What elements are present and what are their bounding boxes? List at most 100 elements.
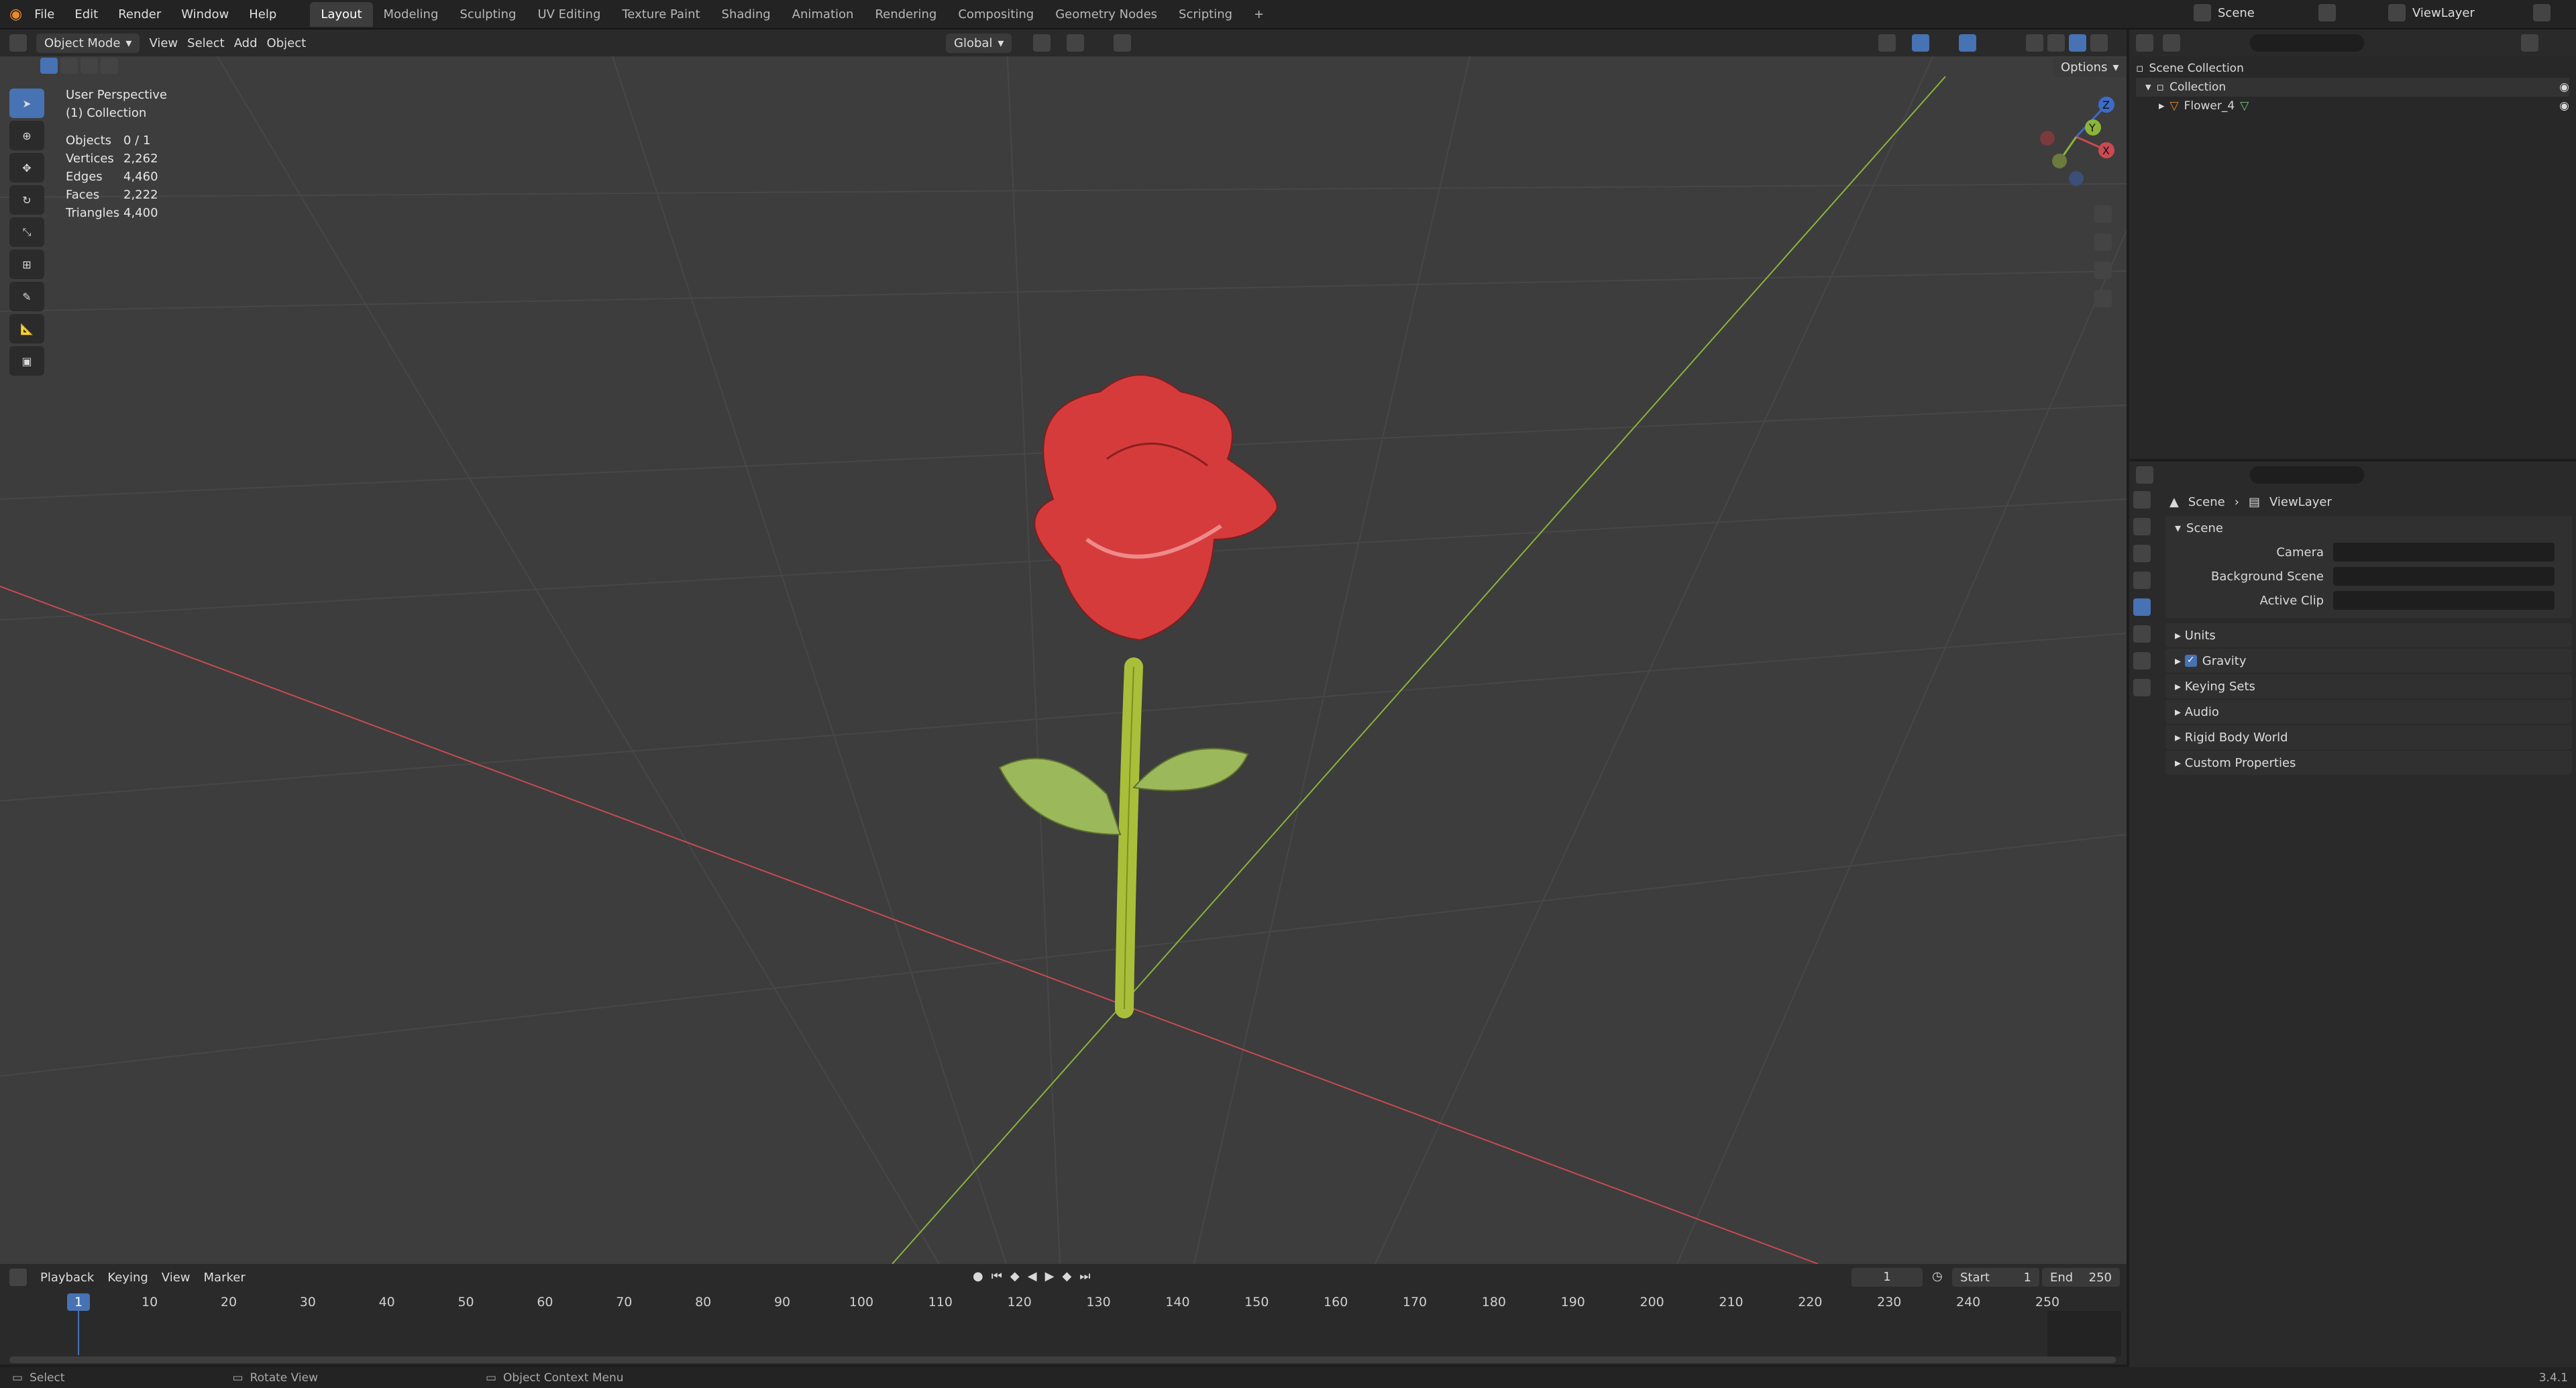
tool-select-box[interactable]: ➤ [9,89,44,118]
menu-window[interactable]: Window [181,7,229,21]
tab-sculpting[interactable]: Sculpting [449,2,527,27]
tree-row-collection[interactable]: ▾ ▫ Collection ◉ [2136,78,2569,97]
select-intersect-icon[interactable] [101,58,118,74]
render-tab-icon[interactable] [2133,518,2151,535]
section-units[interactable]: ▸ Units [2165,623,2572,647]
section-gravity[interactable]: ▸ ✓ Gravity [2165,649,2572,673]
material-shading-icon[interactable] [2069,34,2086,52]
menu-view[interactable]: View [149,36,178,50]
expand-arrow-icon: ▸ [2175,704,2185,719]
tool-move[interactable]: ✥ [9,153,44,182]
select-subtract-icon[interactable] [80,58,98,74]
timeline-tick-label: 160 [1324,1295,1348,1310]
gravity-checkbox[interactable]: ✓ [2184,655,2197,667]
add-workspace-button[interactable]: + [1243,2,1275,27]
tab-layout[interactable]: Layout [310,1,373,27]
tool-add-cube[interactable]: ▣ [9,346,44,376]
ortho-grid-icon[interactable] [2094,290,2112,307]
timeline-scrollbar[interactable] [9,1356,2116,1363]
tool-scale[interactable]: ⤡ [9,217,44,247]
viewlayer-selector[interactable]: ViewLayer [2388,4,2551,21]
expand-arrow-icon: ▸ [2175,730,2185,745]
tool-tab-icon[interactable] [2133,491,2151,509]
tab-rendering[interactable]: Rendering [864,2,947,27]
scene-tab-icon[interactable] [2133,598,2151,616]
tab-scripting[interactable]: Scripting [1168,2,1243,27]
tool-rotate[interactable]: ↻ [9,185,44,215]
camera-field[interactable] [2333,543,2555,562]
editor-type-icon[interactable] [2136,466,2153,484]
tab-modeling[interactable]: Modeling [373,2,449,27]
zoom-icon[interactable] [2094,205,2112,223]
world-tab-icon[interactable] [2133,625,2151,643]
gizmo-toggle-icon[interactable] [1912,34,1929,52]
tab-texture-paint[interactable]: Texture Paint [611,2,710,27]
stat-value: 2,222 [123,188,158,202]
menu-edit[interactable]: Edit [74,7,98,21]
tool-measure[interactable]: 📐 [9,314,44,343]
tab-animation[interactable]: Animation [782,2,865,27]
3d-viewport[interactable]: Object Mode ▾ View Select Add Object Glob… [0,30,2127,1264]
tab-shading[interactable]: Shading [711,2,782,27]
tool-annotate[interactable]: ✎ [9,282,44,311]
tool-cursor[interactable]: ⊕ [9,121,44,150]
transform-orientation-dropdown[interactable]: Global ▾ [946,34,1012,53]
navigation-gizmo[interactable]: Z X Y [2033,90,2120,204]
background-scene-field[interactable] [2333,567,2555,586]
menu-render[interactable]: Render [118,7,161,21]
rendered-shading-icon[interactable] [2090,34,2108,52]
timeline-ruler[interactable]: 1 10 20 30 40 50 60 70 80 90 100 110 120 130 140 150 160… [0,1264,2127,1365]
blender-logo-icon[interactable]: ◉ [9,6,22,23]
collection-tab-icon[interactable] [2133,652,2151,670]
camera-view-icon[interactable] [2094,262,2112,279]
tab-geometry-nodes[interactable]: Geometry Nodes [1044,2,1168,27]
tab-uv-editing[interactable]: UV Editing [527,2,611,27]
outliner-search-input[interactable] [2250,34,2364,52]
menu-help[interactable]: Help [249,7,276,21]
menu-file[interactable]: File [34,7,54,21]
editor-type-icon[interactable] [9,34,27,52]
snap-icon[interactable] [1067,34,1084,52]
menu-add[interactable]: Add [234,36,258,50]
flower-model[interactable] [998,374,1278,1018]
pivot-icon[interactable] [1033,34,1051,52]
mode-dropdown[interactable]: Object Mode ▾ [36,33,140,53]
tool-transform[interactable]: ⊞ [9,250,44,279]
scene-selector[interactable]: Scene [2194,4,2336,21]
tree-row-scene-collection[interactable]: ▫ Scene Collection [2136,59,2569,78]
stat-label: Vertices [66,152,114,166]
section-audio[interactable]: ▸ Audio [2165,700,2572,724]
menu-object[interactable]: Object [267,36,307,50]
add-viewlayer-icon[interactable] [2533,4,2551,21]
select-new-icon[interactable] [40,58,58,74]
texture-tab-icon[interactable] [2133,679,2151,696]
eye-icon[interactable]: ◉ [2559,97,2569,115]
solid-shading-icon[interactable] [2047,34,2065,52]
pan-hand-icon[interactable] [2094,233,2112,251]
overlay-toggle-icon[interactable] [1959,34,1976,52]
view-layer-tab-icon[interactable] [2133,572,2151,589]
tree-row-flower[interactable]: ▸ ▽ Flower_4 ▽ ◉ [2136,97,2569,115]
filter-icon[interactable] [2521,34,2538,52]
proportional-edit-icon[interactable] [1114,34,1131,52]
output-tab-icon[interactable] [2133,545,2151,562]
menu-select[interactable]: Select [187,36,225,50]
section-custom-properties[interactable]: ▸ Custom Properties [2165,751,2572,775]
wireframe-shading-icon[interactable] [2026,34,2043,52]
editor-type-icon[interactable] [2136,34,2153,52]
pin-icon[interactable] [2318,4,2336,21]
viewlayer-name[interactable]: ViewLayer [2412,6,2526,20]
select-extend-icon[interactable] [60,58,78,74]
section-rigid-body-world[interactable]: ▸ Rigid Body World [2165,725,2572,749]
scale-icon: ⤡ [22,225,32,238]
tab-compositing[interactable]: Compositing [947,2,1044,27]
properties-search-input[interactable] [2250,466,2364,484]
scene-name[interactable]: Scene [2218,6,2312,20]
eye-icon[interactable]: ◉ [2559,78,2569,97]
section-keying-sets[interactable]: ▸ Keying Sets [2165,674,2572,698]
scene-panel-header[interactable]: ▾ Scene [2165,516,2572,540]
active-clip-field[interactable] [2333,591,2555,610]
visibility-icon[interactable] [1878,34,1896,52]
display-mode-icon[interactable] [2163,34,2180,52]
options-button[interactable]: Options ▾ [2053,58,2127,77]
